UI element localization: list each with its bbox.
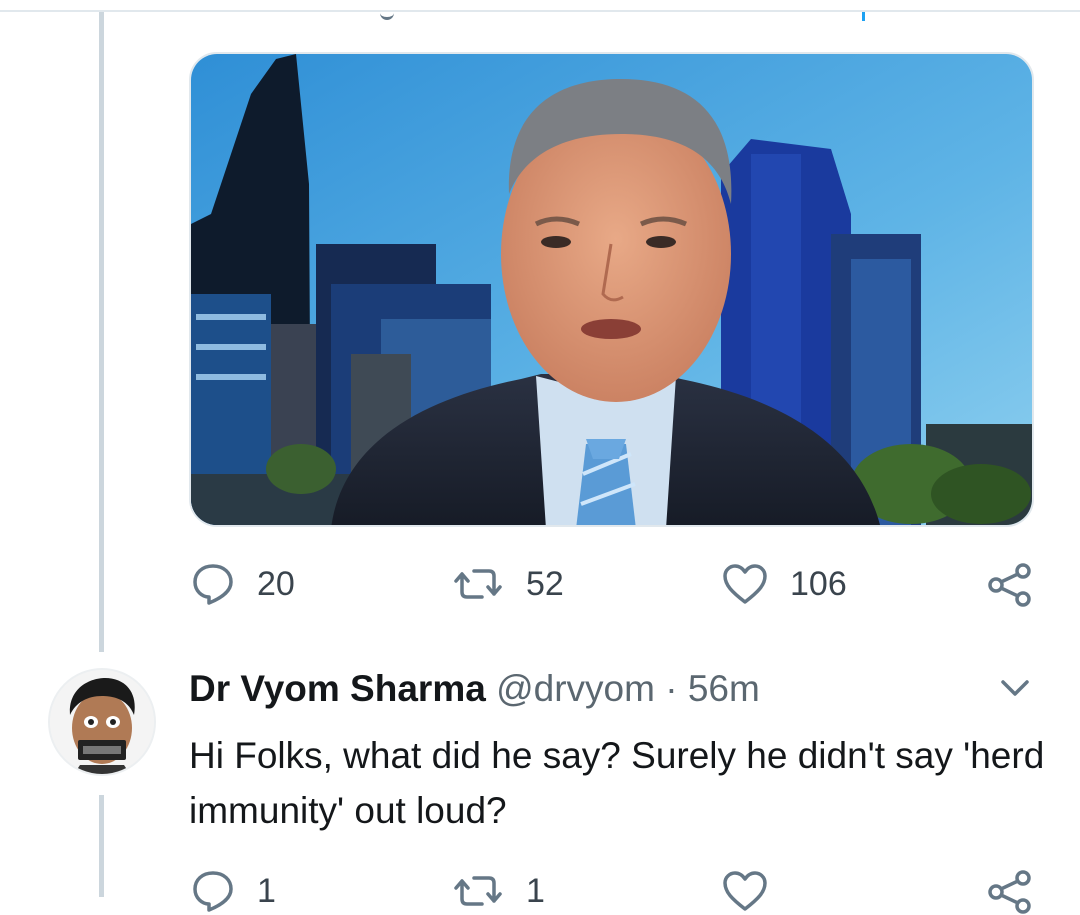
- reply-count: 20: [257, 564, 295, 603]
- reply-icon: [193, 871, 233, 912]
- share-icon: [988, 563, 1031, 607]
- avatar-image: [50, 670, 154, 774]
- more-options-button[interactable]: [1000, 678, 1030, 703]
- timestamp[interactable]: 56m: [688, 668, 760, 709]
- reply-icon: [193, 564, 233, 605]
- chevron-down-icon: [1001, 680, 1029, 696]
- meta-separator: ·: [654, 668, 688, 709]
- share-action-2[interactable]: [987, 869, 1033, 915]
- retweet-action[interactable]: 52: [452, 562, 564, 606]
- reply-action-2[interactable]: 1: [191, 869, 276, 913]
- tweet-text: Hi Folks, what did he say? Surely he did…: [189, 735, 1045, 831]
- like-count: 106: [790, 564, 847, 603]
- retweet-icon: [454, 876, 502, 906]
- avatar[interactable]: [48, 668, 156, 776]
- retweet-action-2[interactable]: 1: [452, 869, 545, 913]
- display-name[interactable]: Dr Vyom Sharma: [189, 668, 486, 709]
- like-action-2[interactable]: [722, 869, 768, 913]
- retweet-icon: [454, 569, 502, 599]
- like-icon: [723, 564, 767, 604]
- like-action[interactable]: 106: [722, 562, 847, 606]
- tweet-media-image[interactable]: [189, 52, 1034, 527]
- share-icon: [988, 870, 1031, 914]
- cropped-text-fragment: [380, 12, 394, 20]
- previous-tweet-divider: [0, 10, 1080, 12]
- reply-action[interactable]: 20: [191, 562, 295, 606]
- retweet-count: 1: [526, 871, 545, 910]
- user-handle[interactable]: @drvyom: [496, 668, 655, 709]
- reply-count: 1: [257, 871, 276, 910]
- thread-line-lower: [99, 795, 104, 897]
- like-icon: [723, 871, 767, 911]
- cropped-link-fragment: [862, 12, 865, 21]
- reply-header: Dr Vyom Sharma @drvyom · 56m: [189, 668, 760, 710]
- news-broadcast-still: [191, 54, 1032, 525]
- thread-line: [99, 12, 104, 652]
- share-action[interactable]: [987, 562, 1033, 608]
- retweet-count: 52: [526, 564, 564, 603]
